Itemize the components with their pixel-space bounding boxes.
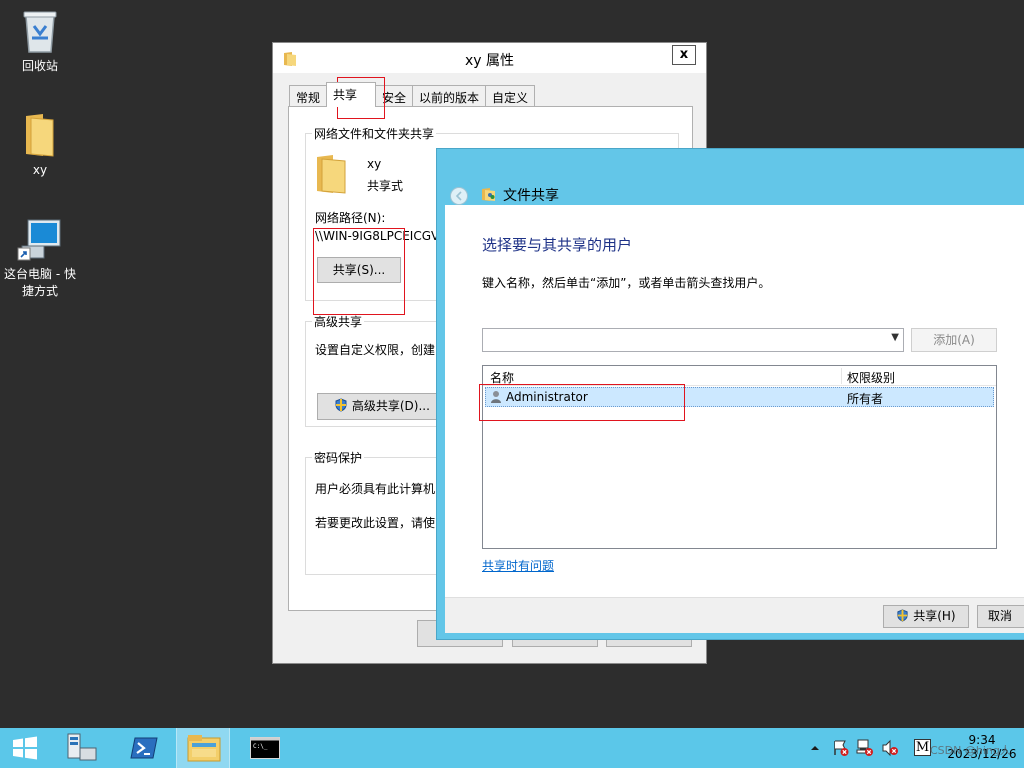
wizard-instruction: 键入名称，然后单击“添加”，或者单击箭头查找用户。 bbox=[482, 276, 771, 290]
advanced-sharing-label: 高级共享(D)... bbox=[351, 399, 430, 413]
server-manager-button[interactable] bbox=[56, 728, 110, 768]
start-button[interactable] bbox=[0, 728, 54, 768]
watermark: CSDN @hing人 bbox=[930, 744, 1011, 757]
recycle-bin-icon bbox=[23, 11, 57, 53]
user-name-combobox[interactable]: ▼ bbox=[482, 328, 904, 352]
share-button-label: 共享(H) bbox=[913, 609, 956, 623]
column-separator[interactable] bbox=[841, 368, 842, 384]
column-name-header[interactable]: 名称 bbox=[490, 369, 514, 386]
shared-folder-name: xy bbox=[367, 157, 382, 171]
wizard-heading: 选择要与其共享的用户 bbox=[482, 236, 633, 254]
wizard-title: 文件共享 bbox=[503, 188, 559, 204]
ime-label: M bbox=[915, 740, 930, 755]
share-button[interactable]: 共享(S)... bbox=[317, 257, 401, 283]
advanced-sharing-button[interactable]: 高级共享(D)... bbox=[317, 393, 447, 420]
user-list: 名称 权限级别 Administrator 所有者 bbox=[482, 365, 997, 549]
list-header: 名称 权限级别 bbox=[483, 366, 996, 386]
group-label: 密码保护 bbox=[312, 449, 365, 466]
server-manager-icon bbox=[67, 733, 97, 761]
desktop-icon-label: 回收站 bbox=[21, 59, 58, 73]
desktop-icon-label: 这台电脑 - 快 捷方式 bbox=[4, 267, 76, 298]
folder-icon bbox=[26, 114, 54, 157]
file-explorer-icon bbox=[187, 735, 221, 762]
svg-text:C:\_: C:\_ bbox=[253, 743, 268, 750]
powershell-button[interactable] bbox=[118, 728, 172, 768]
file-explorer-button[interactable] bbox=[176, 728, 230, 768]
user-icon bbox=[491, 391, 501, 403]
wizard-title-bar[interactable]: 文件共享 bbox=[437, 149, 1024, 205]
sharing-help-link[interactable]: 共享时有问题 bbox=[482, 557, 554, 574]
network-path-value: \\WIN-9IG8LPCEICGV bbox=[315, 229, 440, 243]
cancel-button[interactable]: 取消 bbox=[977, 605, 1024, 628]
wizard-footer: 共享(H) 取消 bbox=[445, 597, 1024, 633]
desktop-icon-this-pc-shortcut[interactable]: 这台电脑 - 快 捷方式 bbox=[0, 218, 80, 300]
uac-shield-icon bbox=[897, 609, 908, 622]
group-label: 高级共享 bbox=[312, 313, 365, 330]
show-hidden-icons-icon[interactable] bbox=[810, 743, 820, 753]
taskbar: C:\_ M 9:34 2023/12/26 CSDN @hing人 bbox=[0, 728, 1024, 768]
tab-customize[interactable]: 自定义 bbox=[485, 85, 536, 107]
desktop-icon-xy-folder[interactable]: xy bbox=[0, 112, 80, 179]
tab-sharing[interactable]: 共享 bbox=[326, 82, 377, 107]
tab-general[interactable]: 常规 bbox=[289, 85, 328, 107]
share-button[interactable]: 共享(H) bbox=[883, 605, 969, 628]
user-row[interactable]: Administrator 所有者 bbox=[485, 387, 994, 407]
network-icon[interactable] bbox=[856, 739, 874, 757]
tab-security[interactable]: 安全 bbox=[375, 85, 414, 107]
close-button[interactable]: x bbox=[672, 45, 696, 65]
action-center-icon[interactable] bbox=[832, 739, 850, 757]
dialog-title: xy 属性 bbox=[464, 53, 515, 69]
start-icon bbox=[13, 736, 37, 760]
group-label: 网络文件和文件夹共享 bbox=[312, 125, 437, 142]
tab-strip: 常规 共享 安全 以前的版本 自定义 bbox=[289, 82, 536, 107]
dialog-title-bar[interactable]: xy 属性 x bbox=[273, 43, 706, 73]
file-sharing-icon bbox=[482, 188, 495, 201]
user-name: Administrator bbox=[506, 390, 588, 404]
advanced-sharing-description: 设置自定义权限，创建 bbox=[315, 343, 436, 357]
user-permission[interactable]: 所有者 bbox=[847, 390, 883, 407]
chevron-down-icon[interactable]: ▼ bbox=[891, 332, 899, 343]
back-button[interactable] bbox=[450, 187, 468, 205]
add-button[interactable]: 添加(A) bbox=[911, 328, 997, 352]
network-path-label: 网络路径(N): bbox=[315, 211, 386, 225]
back-arrow-icon bbox=[455, 191, 462, 201]
column-permission-header[interactable]: 权限级别 bbox=[847, 369, 895, 386]
command-prompt-button[interactable]: C:\_ bbox=[238, 728, 292, 768]
desktop-icon-recycle-bin[interactable]: 回收站 bbox=[0, 8, 80, 75]
uac-shield-icon bbox=[335, 398, 347, 412]
folder-icon bbox=[317, 155, 346, 194]
file-sharing-wizard: 文件共享 选择要与其共享的用户 键入名称，然后单击“添加”，或者单击箭头查找用户… bbox=[436, 148, 1024, 640]
tab-previous-versions[interactable]: 以前的版本 bbox=[412, 85, 487, 107]
share-status: 共享式 bbox=[367, 179, 404, 193]
input-method-icon[interactable]: M bbox=[914, 739, 931, 756]
password-change-hint: 若要更改此设置，请使 bbox=[315, 516, 436, 530]
wizard-content: 选择要与其共享的用户 键入名称，然后单击“添加”，或者单击箭头查找用户。 ▼ 添… bbox=[445, 205, 1024, 597]
desktop-icon-label: xy bbox=[32, 163, 48, 177]
computer-shortcut-icon bbox=[17, 219, 61, 261]
volume-muted-icon[interactable] bbox=[881, 739, 899, 757]
password-description: 用户必须具有此计算机 bbox=[315, 482, 436, 496]
powershell-icon bbox=[130, 737, 158, 759]
cmd-icon: C:\_ bbox=[250, 737, 280, 759]
